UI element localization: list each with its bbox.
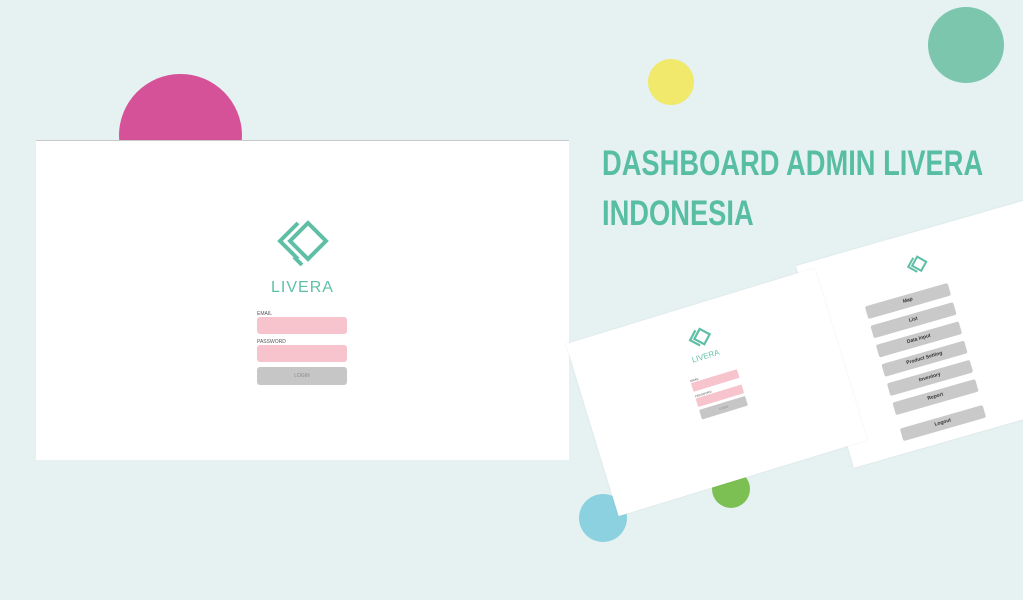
decor-circle-teal bbox=[928, 7, 1004, 83]
logo-block: LIVERA bbox=[36, 217, 569, 297]
login-button[interactable]: LOGIN bbox=[257, 367, 347, 385]
mini-login-preview: LIVERA EMAIL PASSWORD LOGIN bbox=[566, 267, 868, 517]
title-line-2: INDONESIA bbox=[602, 194, 754, 233]
password-field[interactable] bbox=[257, 345, 347, 362]
mini-login-form: EMAIL PASSWORD LOGIN bbox=[690, 365, 748, 420]
livera-logo-icon bbox=[906, 255, 928, 273]
menu-list: Map List Data Input Product Setting Inve… bbox=[864, 282, 988, 448]
title-line-1: DASHBOARD ADMIN LIVERA bbox=[602, 144, 984, 183]
login-form: EMAIL PASSWORD LOGIN bbox=[257, 311, 347, 385]
decor-circle-yellow bbox=[648, 59, 694, 105]
livera-logo-icon bbox=[276, 220, 329, 267]
email-field[interactable] bbox=[257, 317, 347, 334]
mini-logo-block: LIVERA bbox=[678, 321, 726, 366]
login-screen-preview: LIVERA EMAIL PASSWORD LOGIN bbox=[36, 140, 569, 460]
page-title: DASHBOARD ADMIN LIVERA INDONESIA bbox=[602, 139, 984, 239]
brand-wordmark: LIVERA bbox=[271, 279, 334, 296]
